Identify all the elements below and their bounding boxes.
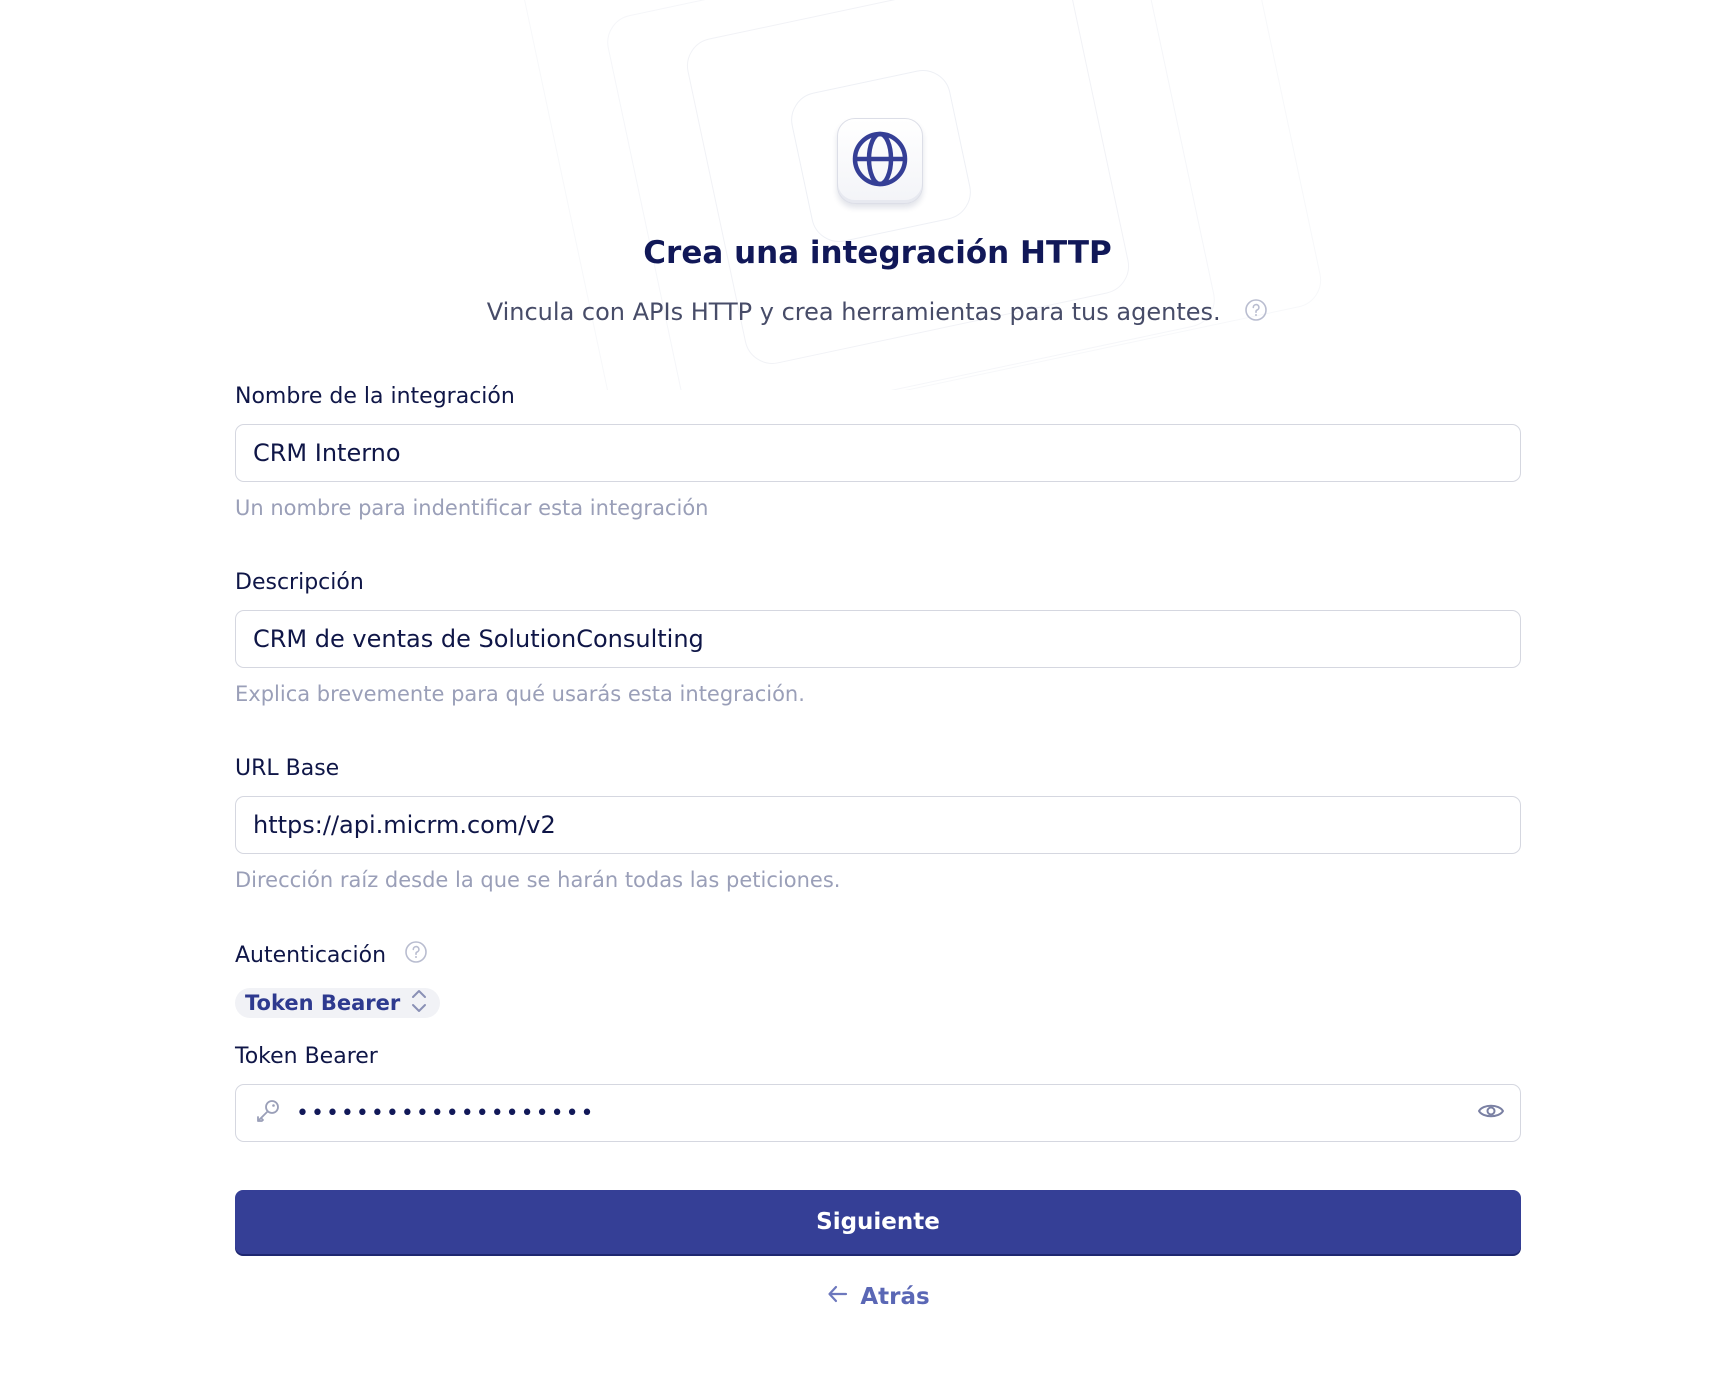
description-field-group: Descripción CRM de ventas de SolutionCon… [235,568,1521,708]
description-input-value: CRM de ventas de SolutionConsulting [253,625,704,653]
globe-icon [851,130,909,192]
base-url-input[interactable]: https://api.micrm.com/v2 [235,796,1521,854]
base-url-label: URL Base [235,756,340,781]
key-icon [254,1097,282,1129]
base-url-hint: Dirección raíz desde la que se harán tod… [235,868,841,892]
auth-type-select[interactable]: Token Bearer [235,988,441,1019]
auth-label-row: Autenticación [235,940,1521,970]
name-input-value: CRM Interno [253,439,401,467]
subtitle-row: Vincula con APIs HTTP y crea herramienta… [0,298,1711,328]
question-circle-icon[interactable] [404,940,428,970]
create-http-integration-page: Crea una integración HTTP Vincula con AP… [0,0,1711,1386]
auth-type-selected: Token Bearer [245,991,401,1015]
description-hint: Explica brevemente para qué usarás esta … [235,682,805,706]
auth-label: Autenticación [235,942,387,968]
token-label: Token Bearer [235,1044,378,1069]
name-field-group: Nombre de la integración CRM Interno Un … [235,382,1521,522]
base-url-field-group: URL Base https://api.micrm.com/v2 Direcc… [235,754,1521,894]
arrow-left-icon [826,1282,860,1312]
name-label: Nombre de la integración [235,384,515,409]
next-button[interactable]: Siguiente [235,1190,1521,1254]
token-masked-value: •••••••••••••••••••• [296,1100,596,1126]
description-label: Descripción [235,570,364,595]
page-subtitle: Vincula con APIs HTTP y crea herramienta… [486,298,1221,326]
description-input[interactable]: CRM de ventas de SolutionConsulting [235,610,1521,668]
back-link-label: Atrás [860,1284,930,1310]
base-url-input-value: https://api.micrm.com/v2 [253,811,556,839]
token-input[interactable]: •••••••••••••••••••• [235,1084,1521,1142]
name-hint: Un nombre para indentificar esta integra… [235,496,709,520]
back-link[interactable]: Atrás [235,1282,1521,1312]
integration-form: Nombre de la integración CRM Interno Un … [235,382,1521,1312]
chevron-up-down-icon [400,988,428,1019]
decorative-square [515,0,1327,390]
name-input[interactable]: CRM Interno [235,424,1521,482]
question-circle-icon[interactable] [1244,298,1268,328]
page-title: Crea una integración HTTP [643,235,1112,271]
eye-icon[interactable] [1476,1096,1506,1130]
integration-logo-tile [837,118,923,204]
